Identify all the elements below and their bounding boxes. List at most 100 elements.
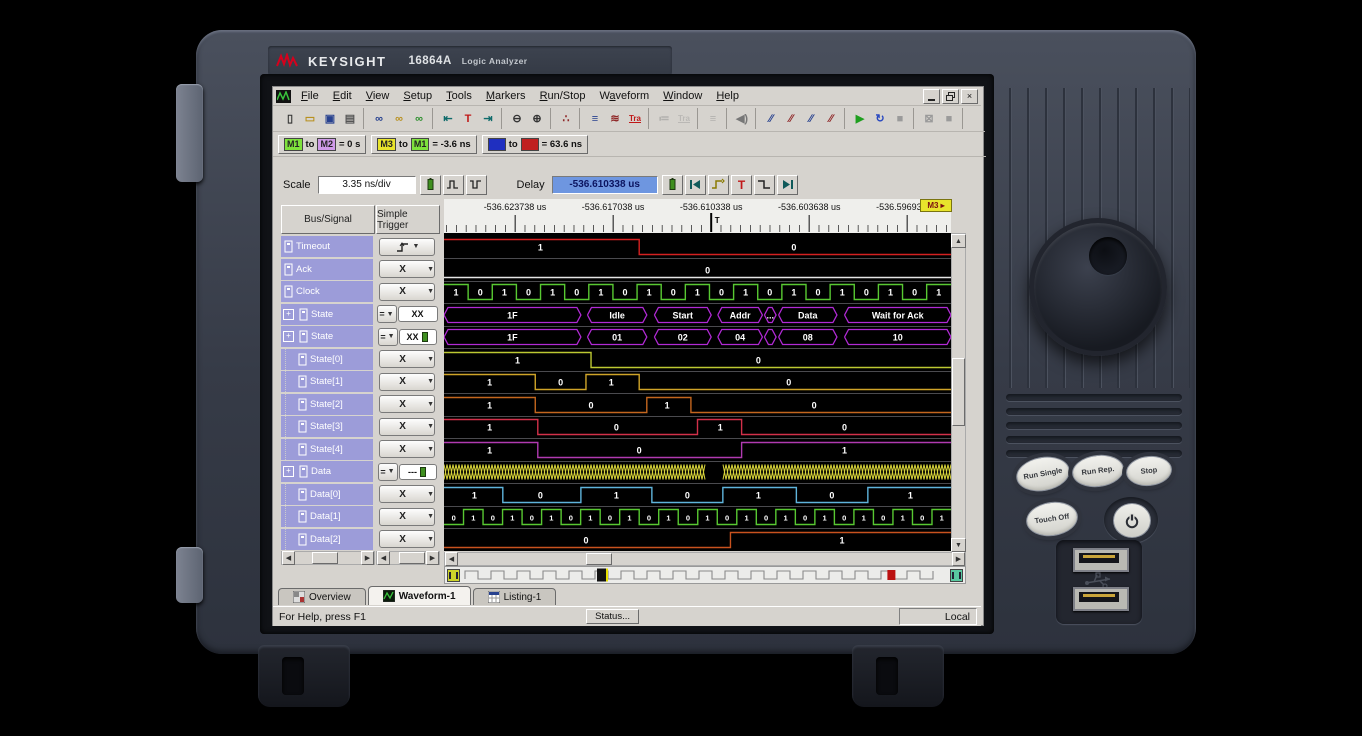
signal-row-timeout[interactable]: Timeout — [281, 236, 373, 257]
new-document-icon[interactable]: ▯ — [280, 109, 300, 128]
vertical-scrollbar[interactable]: ▲▼ — [951, 233, 966, 553]
save-icon[interactable]: ▣ — [320, 109, 340, 128]
menu-window[interactable]: Window — [656, 88, 709, 105]
battery-button[interactable] — [662, 175, 683, 195]
trigger-operator-button[interactable]: =▼ — [378, 463, 398, 481]
scroll-up-arrow[interactable]: ▲ — [951, 234, 966, 248]
go-to-beginning-icon[interactable]: ⇤ — [438, 109, 458, 128]
find-forward-icon[interactable]: ∞ — [389, 109, 409, 128]
status-button[interactable]: Status... — [586, 609, 639, 624]
scroll-left-arrow[interactable]: ◀ — [282, 551, 295, 565]
expand-icon[interactable]: + — [283, 309, 294, 320]
find-icon[interactable]: ∞ — [369, 109, 389, 128]
trigger-any-button[interactable]: X▼ — [379, 530, 435, 548]
marker-chip-1[interactable]: M1toM2= 0 s — [278, 135, 366, 154]
zoom-edge-out-button[interactable] — [443, 175, 464, 195]
pen-tool-1-icon[interactable]: ∕∕ — [761, 109, 781, 128]
trigger-value-box[interactable]: XX — [398, 306, 438, 322]
scroll-left-arrow[interactable]: ◀ — [377, 551, 390, 565]
scroll-right-arrow[interactable]: ▶ — [952, 552, 965, 566]
scroll-thumb[interactable] — [312, 552, 338, 564]
pen-tool-4-icon[interactable]: ∕∕ — [821, 109, 841, 128]
scroll-left-arrow[interactable]: ◀ — [445, 552, 458, 566]
stop-icon[interactable]: ■ — [890, 109, 910, 128]
signal-row-state3[interactable]: State[3] — [281, 416, 373, 437]
data-overview-bar[interactable] — [444, 566, 966, 584]
menu-waveform[interactable]: Waveform — [592, 88, 656, 105]
scroll-down-arrow[interactable]: ▼ — [951, 538, 966, 552]
overlay-waveform-icon[interactable]: ≋ — [605, 109, 625, 128]
restore-button[interactable] — [942, 89, 959, 104]
trigger-any-button[interactable]: X▼ — [379, 350, 435, 368]
go-begin-button[interactable] — [685, 175, 706, 195]
print-icon[interactable]: ▤ — [340, 109, 360, 128]
cancel-icon[interactable]: ⊠ — [919, 109, 939, 128]
scroll-track[interactable] — [458, 553, 952, 565]
marker-chip-3[interactable]: to= 63.6 ns — [482, 135, 588, 154]
trigger-operator-button[interactable]: =▼ — [377, 305, 397, 323]
scroll-thumb[interactable] — [586, 553, 612, 565]
m3-marker-flag[interactable]: M3 ▸ — [920, 199, 952, 212]
scroll-track[interactable] — [390, 552, 426, 564]
trigger-any-button[interactable]: X▼ — [379, 485, 435, 503]
trigger-any-button[interactable]: X▼ — [379, 508, 435, 526]
trace-tool-icon[interactable]: Tra — [625, 109, 645, 128]
close-button[interactable]: × — [961, 89, 978, 104]
go-end-button[interactable] — [777, 175, 798, 195]
trigger-value-box[interactable]: --- — [399, 464, 437, 480]
scroll-thumb[interactable] — [399, 552, 425, 564]
go-to-trigger-icon[interactable]: T — [458, 109, 478, 128]
signal-row-state[interactable]: +State — [281, 326, 373, 347]
tab-listing-1[interactable]: Listing-1 — [473, 588, 557, 605]
scroll-right-arrow[interactable]: ▶ — [361, 551, 374, 565]
scroll-track[interactable] — [952, 248, 965, 538]
zoom-edge-in-button[interactable] — [466, 175, 487, 195]
signal-row-data2[interactable]: Data[2] — [281, 529, 373, 550]
power-button[interactable] — [1113, 503, 1151, 538]
zoom-in-icon[interactable]: ⊕ — [527, 109, 547, 128]
scroll-right-arrow[interactable]: ▶ — [426, 551, 439, 565]
open-folder-icon[interactable]: ▭ — [300, 109, 320, 128]
signal-row-data0[interactable]: Data[0] — [281, 484, 373, 505]
next-edge-button[interactable] — [754, 175, 775, 195]
run-repetitive-icon[interactable]: ↻ — [870, 109, 890, 128]
signal-row-state[interactable]: +State — [281, 304, 373, 325]
menu-markers[interactable]: Markers — [479, 88, 533, 105]
end-of-data-marker[interactable] — [950, 569, 963, 582]
menu-edit[interactable]: Edit — [326, 88, 359, 105]
signal-row-ack[interactable]: Ack — [281, 259, 373, 280]
signal-row-data[interactable]: +Data — [281, 461, 373, 482]
trigger-any-button[interactable]: X▼ — [379, 283, 435, 301]
waveform-horizontal-scrollbar[interactable]: ◀▶ — [444, 552, 966, 566]
trigger-any-button[interactable]: X▼ — [379, 395, 435, 413]
menu-tools[interactable]: Tools — [439, 88, 479, 105]
delay-input[interactable] — [552, 176, 658, 194]
signal-row-state2[interactable]: State[2] — [281, 394, 373, 415]
expand-icon[interactable]: + — [283, 331, 294, 342]
begin-of-data-marker[interactable] — [447, 569, 460, 582]
trigger-any-button[interactable]: X▼ — [379, 418, 435, 436]
trigger-scrollbar[interactable]: ◀▶ — [376, 551, 440, 565]
run-icon[interactable]: ▶ — [850, 109, 870, 128]
rotary-knob[interactable] — [1029, 218, 1167, 356]
pen-tool-3-icon[interactable]: ∕∕ — [801, 109, 821, 128]
zoom-out-icon[interactable]: ⊖ — [507, 109, 527, 128]
bus-signal-scrollbar[interactable]: ◀▶ — [281, 551, 375, 565]
trigger-operator-button[interactable]: =▼ — [378, 328, 398, 346]
signal-row-clock[interactable]: Clock — [281, 281, 373, 302]
scroll-track[interactable] — [295, 552, 361, 564]
minimize-button[interactable] — [923, 89, 940, 104]
scale-input[interactable] — [318, 176, 416, 194]
trigger-edge-button[interactable]: ▼ — [379, 238, 435, 256]
signal-row-state1[interactable]: State[1] — [281, 371, 373, 392]
sound-icon[interactable]: ◀) — [732, 109, 752, 128]
prev-edge-button[interactable] — [708, 175, 729, 195]
menu-runstop[interactable]: Run/Stop — [533, 88, 593, 105]
go-to-end-icon[interactable]: ⇥ — [478, 109, 498, 128]
expand-icon[interactable]: + — [283, 466, 294, 477]
trigger-any-button[interactable]: X▼ — [379, 373, 435, 391]
trigger-value-box[interactable]: XX — [399, 329, 437, 345]
menu-file[interactable]: File — [294, 88, 326, 105]
signal-row-data1[interactable]: Data[1] — [281, 506, 373, 527]
find-backward-icon[interactable]: ∞ — [409, 109, 429, 128]
